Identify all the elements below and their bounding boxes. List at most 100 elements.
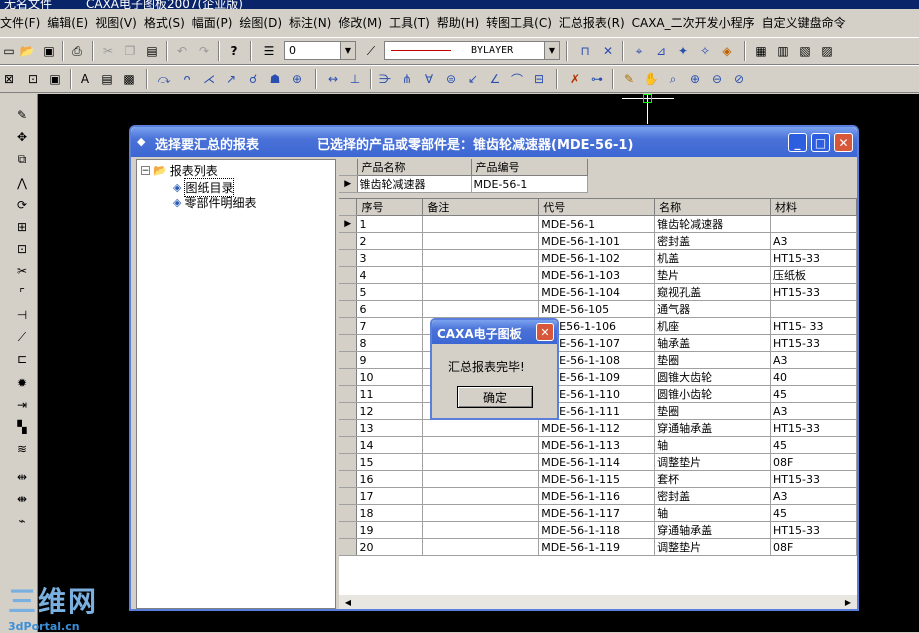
section-icon[interactable]: ⊟ [530, 70, 548, 88]
close-button[interactable]: ✕ [834, 133, 853, 152]
table-row[interactable]: 15 MDE-56-1-114 调整垫片 08F [339, 453, 857, 471]
col-header[interactable]: 产品编号 [471, 159, 588, 176]
table-row[interactable]: 2 MDE-56-1-101 密封盖 A3 [339, 232, 857, 250]
grid-cell[interactable]: MDE-56-1 [538, 215, 656, 233]
grid-cell[interactable]: MDE-56-1-113 [538, 436, 656, 454]
grid-cell[interactable]: 密封盖 [654, 487, 772, 505]
scroll-right-icon[interactable]: ▶ [841, 596, 855, 609]
message-box-titlebar[interactable]: CAXA电子图板 ✕ [432, 320, 557, 344]
grid-cell[interactable]: 轴 [654, 436, 772, 454]
copy-icon[interactable]: ❐ [121, 42, 139, 60]
grid-cell[interactable]: A3 [770, 402, 857, 420]
grid-cell[interactable]: HT15-33 [770, 249, 857, 267]
dim-edit-icon[interactable]: ⇼ [12, 490, 32, 508]
grid-cell[interactable] [422, 470, 540, 488]
eraser-icon[interactable]: ✎ [12, 106, 32, 124]
symbol-icon[interactable]: ▩ [120, 70, 138, 88]
maximize-button[interactable]: □ [811, 133, 830, 152]
grid-cell[interactable]: MDE-56-1 [471, 175, 588, 193]
trim-icon[interactable]: ✂ [12, 262, 32, 280]
grid-cell[interactable] [422, 521, 540, 539]
explode-icon[interactable]: ✹ [12, 374, 32, 392]
table-row[interactable]: 10 MDE-56-1-109 圆锥大齿轮 40 [339, 368, 857, 386]
row-header[interactable] [339, 419, 358, 437]
col-header[interactable]: 代号 [538, 199, 656, 216]
menu-summary-report[interactable]: 汇总报表(R) [559, 14, 632, 31]
menu-dimension[interactable]: 标注(N) [289, 14, 338, 31]
table-row[interactable]: 19 MDE-56-1-118 穿通轴承盖 HT15-33 [339, 521, 857, 539]
grid-cell[interactable] [422, 232, 540, 250]
print-icon[interactable]: ⎙ [68, 42, 86, 60]
ok-button[interactable]: 确定 [457, 386, 533, 408]
hatch-icon[interactable]: ☌ [244, 70, 262, 88]
menu-modify[interactable]: 修改(M) [338, 14, 389, 31]
table-row[interactable]: 12 MDE-56-1-111 垫圈 A3 [339, 402, 857, 420]
redo-icon[interactable]: ↷ [195, 42, 213, 60]
grid-cell[interactable]: 4 [356, 266, 424, 284]
row-header[interactable] [339, 521, 358, 539]
grid-cell[interactable]: 2 [356, 232, 424, 250]
stretch-icon[interactable]: ⊏ [12, 350, 32, 368]
help-icon[interactable]: ? [225, 42, 243, 60]
measure-icon[interactable]: ⊶ [588, 70, 606, 88]
grid-cell[interactable]: 14 [356, 436, 424, 454]
grid-cell[interactable]: 机座 [654, 317, 772, 335]
break-icon[interactable]: ⟋ [12, 328, 32, 346]
table-row[interactable]: 6 MDE-56-105 通气器 [339, 300, 857, 318]
rotate-icon[interactable]: ⟳ [12, 196, 32, 214]
grid-cell[interactable] [422, 453, 540, 471]
table-row[interactable]: 7 MDE56-1-106 机座 HT15- 33 [339, 317, 857, 335]
grid-cell[interactable]: 17 [356, 487, 424, 505]
menu-caxa-secondary-dev[interactable]: CAXA_二次开发小程序 [632, 14, 762, 31]
parts-table-icon[interactable]: ▨ [818, 42, 836, 60]
grid-cell[interactable]: 轴承盖 [654, 334, 772, 352]
match-icon[interactable]: ⊿ [652, 42, 670, 60]
table-row[interactable]: 9 MDE-56-1-108 垫圈 A3 [339, 351, 857, 369]
redraw-icon[interactable]: ▣ [46, 70, 64, 88]
delete-icon[interactable]: ✗ [566, 70, 584, 88]
grid-cell[interactable]: 45 [770, 436, 857, 454]
grid-cell[interactable]: 20 [356, 538, 424, 556]
scroll-left-icon[interactable]: ◀ [341, 596, 355, 609]
save-icon[interactable]: ▣ [40, 42, 58, 60]
menu-file[interactable]: 文件(F) [0, 14, 47, 31]
grid-cell[interactable]: 5 [356, 283, 424, 301]
mirror-icon[interactable]: ⋀ [12, 174, 32, 192]
grid-cell[interactable]: HT15-33 [770, 470, 857, 488]
menu-help[interactable]: 帮助(H) [437, 14, 486, 31]
grid-cell[interactable]: 15 [356, 453, 424, 471]
arc-dim-icon[interactable]: ⌒ [508, 70, 526, 88]
grid-cell[interactable]: A3 [770, 232, 857, 250]
table-icon[interactable]: ▤ [98, 70, 116, 88]
grid-cell[interactable] [770, 215, 857, 233]
col-header[interactable]: 产品名称 [357, 159, 472, 176]
grid-cell[interactable]: 08F [770, 453, 857, 471]
grid-cell[interactable]: HT15- 33 [770, 317, 857, 335]
grid-cell[interactable]: 11 [356, 385, 424, 403]
row-header[interactable] [339, 453, 358, 471]
paste-icon[interactable]: ▤ [143, 42, 161, 60]
menu-convert-tools[interactable]: 转图工具(C) [486, 14, 559, 31]
undo-icon[interactable]: ↶ [173, 42, 191, 60]
blocks-icon[interactable]: ▚ [12, 418, 32, 436]
zoom-in-icon[interactable]: ⊕ [686, 70, 704, 88]
grid-cell[interactable]: A3 [770, 487, 857, 505]
fillet-icon[interactable]: ⌜ [12, 284, 32, 302]
grid-cell[interactable]: MDE-56-1-112 [538, 419, 656, 437]
grid-cell[interactable]: 套杯 [654, 470, 772, 488]
grid-cell[interactable]: HT15-33 [770, 283, 857, 301]
table-row[interactable]: ▶ 1 MDE-56-1 锥齿轮减速器 [339, 215, 857, 233]
grid-cell[interactable]: 3 [356, 249, 424, 267]
weld-icon[interactable]: ⋔ [398, 70, 416, 88]
col-header[interactable]: 备注 [422, 199, 540, 216]
grid-cell[interactable]: MDE-56-1-118 [538, 521, 656, 539]
grid-cell[interactable]: HT15-33 [770, 334, 857, 352]
col-header[interactable]: 材料 [770, 199, 857, 216]
tree-item-parts-list[interactable]: ◈ 零部件明细表 [173, 194, 256, 211]
grid-cell[interactable]: 19 [356, 521, 424, 539]
grid-cell[interactable]: 垫圈 [654, 402, 772, 420]
row-header[interactable] [339, 266, 358, 284]
grid-cell[interactable]: 垫圈 [654, 351, 772, 369]
grid-cell[interactable]: 08F [770, 538, 857, 556]
text-icon[interactable]: A [76, 70, 94, 88]
